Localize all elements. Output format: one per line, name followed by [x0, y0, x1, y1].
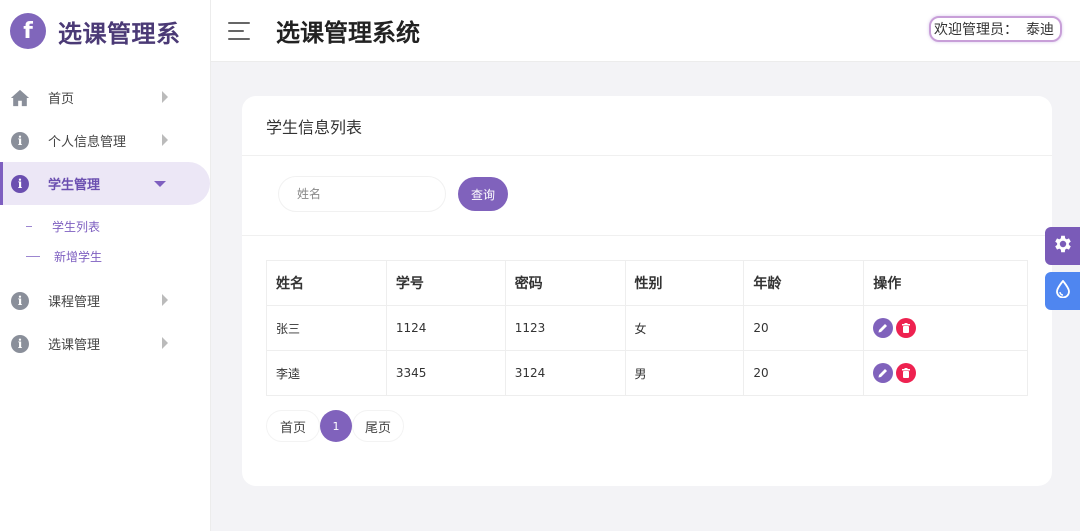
logo-text: 选课管理系: [58, 19, 181, 48]
sidebar-item-selections[interactable]: i 选课管理: [0, 322, 210, 365]
logo[interactable]: f 选课管理系: [0, 0, 210, 62]
logo-icon: f: [10, 13, 46, 49]
first-page-button[interactable]: 首页: [266, 410, 320, 442]
sidebar-item-label: 学生管理: [48, 178, 101, 193]
sidebar-menu: 首页 i 个人信息管理 i 学生管理 学生列表 新增学生 i 课程管理 i 选课…: [0, 76, 210, 365]
sidebar: f 选课管理系 首页 i 个人信息管理 i 学生管理 学生列表 新增学生 i 课…: [0, 0, 211, 531]
username: 泰迪: [1026, 22, 1054, 38]
page-title: 选课管理系统: [276, 19, 420, 47]
home-icon: [10, 88, 30, 108]
sidebar-item-label: 首页: [48, 92, 75, 107]
name-search-input[interactable]: [278, 176, 446, 212]
info-icon: i: [10, 174, 30, 194]
theme-float-button[interactable]: [1045, 272, 1080, 310]
page-number-button[interactable]: 1: [320, 410, 352, 442]
column-header: 操作: [863, 260, 1028, 306]
sidebar-item-label: 课程管理: [48, 295, 101, 310]
gear-icon: [1052, 233, 1074, 259]
card-title: 学生信息列表: [242, 96, 1052, 156]
column-header: 年龄: [743, 260, 865, 306]
cell-name: 张三: [266, 305, 387, 351]
delete-icon[interactable]: [896, 318, 917, 338]
table-row: 张三 1124 1123 女 20: [266, 305, 1028, 351]
column-header: 性别: [624, 260, 745, 306]
column-header: 密码: [504, 260, 626, 306]
settings-float-button[interactable]: [1045, 227, 1080, 265]
info-icon: i: [10, 334, 30, 354]
delete-icon[interactable]: [896, 363, 917, 383]
welcome-badge[interactable]: 欢迎管理员： 泰迪: [929, 16, 1062, 42]
sidebar-item-label: 个人信息管理: [48, 135, 127, 150]
column-header: 姓名: [266, 260, 387, 306]
menu-toggle-icon[interactable]: [228, 21, 250, 40]
cell-name: 李逵: [266, 350, 387, 396]
chevron-down-icon: [154, 181, 166, 187]
sidebar-item-home[interactable]: 首页: [0, 76, 210, 119]
cell-age: 20: [743, 305, 865, 351]
column-header: 学号: [385, 260, 506, 306]
student-list-card: 学生信息列表 查询 姓名 学号 密码 性别 年龄 操作 张三 1124 1123…: [242, 96, 1052, 486]
info-icon: i: [10, 291, 30, 311]
cell-gender: 女: [624, 305, 745, 351]
sidebar-item-label: 选课管理: [48, 338, 101, 353]
cell-age: 20: [743, 350, 865, 396]
sidebar-item-students[interactable]: i 学生管理: [0, 162, 210, 205]
cell-student-id: 1124: [385, 305, 506, 351]
info-icon: i: [10, 131, 30, 151]
chevron-right-icon: [162, 294, 168, 306]
pagination: 首页 1 尾页: [266, 409, 404, 443]
top-header: 选课管理系统 欢迎管理员： 泰迪: [211, 0, 1080, 62]
cell-password: 1123: [504, 305, 626, 351]
submenu-item-add-student[interactable]: 新增学生: [0, 241, 210, 271]
dash-icon: [26, 255, 40, 257]
sidebar-item-profile[interactable]: i 个人信息管理: [0, 119, 210, 162]
table-row: 李逵 3345 3124 男 20: [266, 350, 1028, 396]
search-area: 查询: [242, 156, 1052, 236]
cell-gender: 男: [624, 350, 745, 396]
submenu-item-student-list[interactable]: 学生列表: [0, 211, 210, 241]
cell-actions: [863, 350, 1028, 396]
chevron-right-icon: [162, 134, 168, 146]
search-button[interactable]: 查询: [458, 177, 508, 211]
last-page-button[interactable]: 尾页: [352, 410, 404, 442]
sidebar-item-courses[interactable]: i 课程管理: [0, 279, 210, 322]
chevron-right-icon: [162, 337, 168, 349]
drop-icon: [1055, 279, 1071, 302]
student-table: 姓名 学号 密码 性别 年龄 操作 张三 1124 1123 女 20 李逵 3…: [266, 260, 1028, 396]
cell-actions: [863, 305, 1028, 351]
edit-icon[interactable]: [873, 363, 894, 383]
dash-icon: [26, 225, 32, 227]
cell-student-id: 3345: [385, 350, 506, 396]
table-header-row: 姓名 学号 密码 性别 年龄 操作: [266, 260, 1028, 306]
edit-icon[interactable]: [873, 318, 894, 338]
cell-password: 3124: [504, 350, 626, 396]
chevron-right-icon: [162, 91, 168, 103]
submenu-label: 学生列表: [52, 219, 101, 234]
welcome-label: 欢迎管理员：: [934, 22, 1018, 38]
submenu-label: 新增学生: [54, 249, 103, 264]
student-submenu: 学生列表 新增学生: [0, 205, 210, 279]
